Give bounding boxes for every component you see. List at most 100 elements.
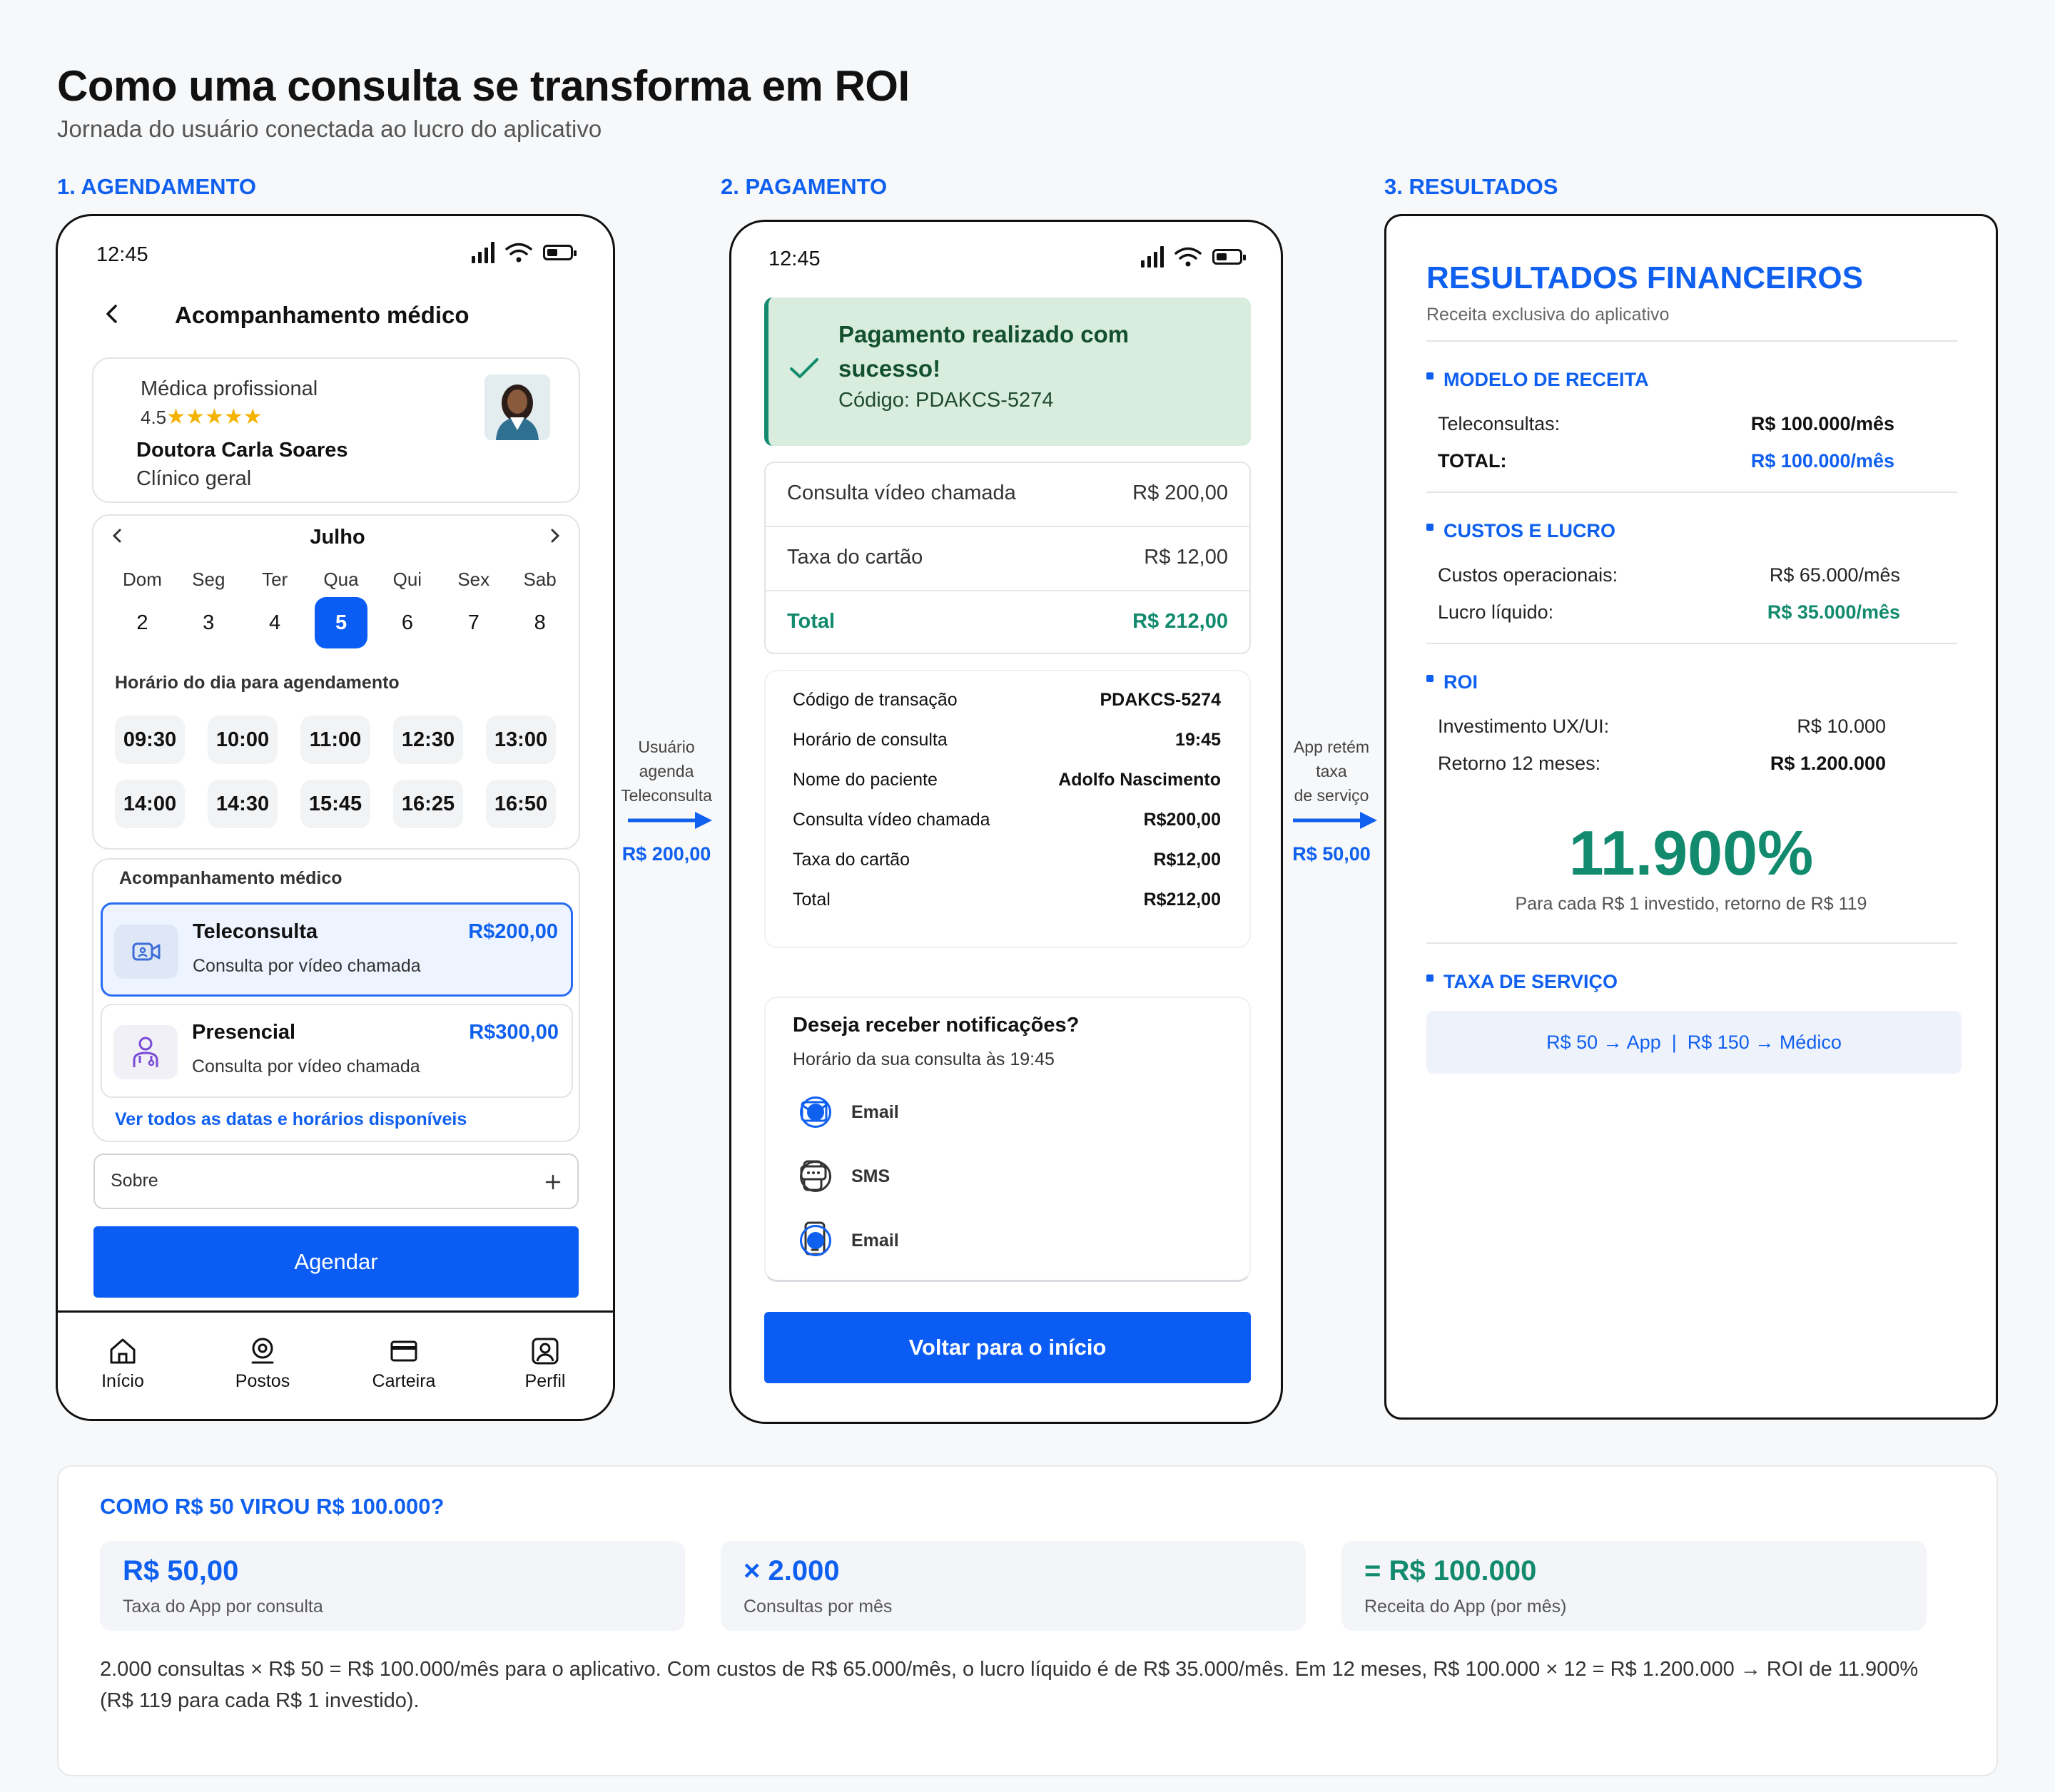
roi-percentage: 11.900%	[1568, 818, 1814, 888]
costs-heading: CUSTOS E LUCRO	[1426, 520, 1615, 542]
doctor-role: Médica profissional	[141, 377, 318, 400]
time-slot[interactable]: 11:00	[300, 716, 370, 764]
calendar-date[interactable]: 3	[176, 597, 242, 648]
next-month-icon[interactable]	[549, 527, 562, 544]
phone-payment: 12:45 Pagamento realizado com sucesso! C…	[729, 220, 1283, 1424]
connector-value: R$ 50,00	[1292, 843, 1371, 865]
wifi-icon	[505, 243, 532, 263]
row-value: R$ 65.000/mês	[1769, 564, 1900, 586]
nav-perfil[interactable]: Perfil	[499, 1335, 592, 1392]
connector-line: Teleconsulta	[621, 786, 712, 805]
option-presencial[interactable]: Presencial Consulta por vídeo chamada R$…	[101, 1004, 573, 1098]
wifi-icon	[1174, 247, 1202, 267]
option-title: Presencial	[192, 1021, 296, 1044]
stat-value: = R$ 100.000	[1364, 1555, 1537, 1587]
time-slot[interactable]: 09:30	[115, 716, 185, 764]
calendar-date[interactable]: 2	[109, 597, 176, 648]
notifications-subtitle: Horário da sua consulta às 19:45	[793, 1049, 1055, 1069]
notif-label: SMS	[851, 1166, 890, 1186]
revenue-total-row: TOTAL: R$ 100.000/mês	[1438, 450, 1894, 472]
connector-line: Usuário	[638, 738, 695, 756]
option-teleconsulta[interactable]: Teleconsulta Consulta por vídeo chamada …	[101, 902, 573, 997]
rating-value: 4.5	[141, 407, 167, 428]
time-slot[interactable]: 12:30	[393, 716, 463, 764]
nav-label: Postos	[235, 1371, 290, 1391]
doctor-card[interactable]: Médica profissional 4.5★★★★★ Doutora Car…	[92, 357, 580, 503]
detail-value: 19:45	[1175, 729, 1221, 750]
about-accordion[interactable]: Sobre	[93, 1154, 579, 1209]
row-label: Lucro líquido:	[1438, 601, 1554, 623]
heading-text: MODELO DE RECEITA	[1443, 369, 1649, 390]
return-row: Retorno 12 meses: R$ 1.200.000	[1438, 753, 1886, 775]
payment-summary-card: Consulta vídeo chamada R$ 200,00 Taxa do…	[764, 462, 1251, 654]
back-arrow-icon[interactable]	[103, 303, 121, 325]
page-subtitle: Jornada do usuário conectada ao lucro do…	[57, 116, 602, 142]
calendar-weekdays: Dom Seg Ter Qua Qui Sex Sab	[109, 569, 573, 591]
heading-text: CUSTOS E LUCRO	[1443, 520, 1616, 541]
calendar-date[interactable]: 4	[242, 597, 308, 648]
weekday: Qua	[323, 569, 359, 590]
doctor-avatar	[484, 375, 550, 440]
notif-option-email[interactable]: Email	[800, 1092, 1228, 1135]
divider	[766, 590, 1249, 591]
heading-text: ROI	[1443, 671, 1478, 693]
arrow-right-icon	[628, 812, 712, 829]
stat-label: Consultas por mês	[744, 1597, 893, 1617]
nav-carteira[interactable]: Carteira	[357, 1335, 450, 1392]
row-value: R$ 10.000	[1797, 716, 1886, 737]
divider	[766, 526, 1249, 527]
revenue-row: Teleconsultas: R$ 100.000/mês	[1438, 413, 1894, 435]
calendar-dates: 2 3 4 5 6 7 8	[109, 597, 573, 648]
calendar-date[interactable]: 7	[440, 597, 507, 648]
option-price: R$200,00	[468, 920, 558, 943]
status-icons	[472, 242, 577, 263]
time-slot[interactable]: 10:00	[208, 716, 278, 764]
time-slots: 09:30 10:00 11:00 12:30 13:00 14:00 14:3…	[115, 716, 556, 828]
results-title: RESULTADOS FINANCEIROS	[1426, 260, 1863, 295]
schedule-button[interactable]: Agendar	[93, 1226, 579, 1298]
step-label-results: 3. RESULTADOS	[1384, 174, 1558, 199]
detail-label: Nome do paciente	[793, 769, 938, 790]
divider	[1426, 340, 1957, 342]
stat-fee: R$ 50,00 Taxa do App por consulta	[100, 1541, 685, 1631]
time-slot[interactable]: 13:00	[486, 716, 556, 764]
battery-icon	[543, 245, 577, 260]
notifications-title: Deseja receber notificações?	[793, 1014, 1080, 1037]
radio-push[interactable]	[800, 1225, 831, 1256]
weekday: Dom	[122, 569, 162, 590]
doctor-rating: 4.5★★★★★	[141, 404, 263, 429]
notif-option-sms[interactable]: SMS	[800, 1156, 1228, 1199]
radio-email[interactable]	[800, 1096, 831, 1128]
nav-postos[interactable]: Postos	[216, 1335, 309, 1392]
time-slot[interactable]: 14:00	[115, 780, 185, 828]
time-slot[interactable]: 14:30	[208, 780, 278, 828]
total-label: Total	[787, 610, 836, 633]
see-all-link[interactable]: Ver todos as datas e horários disponívei…	[115, 1109, 467, 1130]
weekday: Sex	[457, 569, 490, 590]
detail-row: Nome do paciente Adolfo Nascimento	[793, 760, 1221, 800]
profile-icon	[532, 1338, 559, 1365]
nav-home[interactable]: Início	[76, 1335, 169, 1392]
option-desc: Consulta por vídeo chamada	[192, 1057, 420, 1076]
time-slot[interactable]: 15:45	[300, 780, 370, 828]
time-slot[interactable]: 16:50	[486, 780, 556, 828]
connector-line: de serviço	[1294, 786, 1369, 805]
total-value: R$ 212,00	[1132, 610, 1228, 633]
calendar-date[interactable]: 6	[375, 597, 441, 648]
time-slot[interactable]: 16:25	[393, 780, 463, 828]
summary-row: Taxa do cartão R$ 12,00	[787, 546, 1228, 569]
step-label-payment: 2. PAGAMENTO	[721, 174, 888, 199]
plus-icon	[545, 1174, 561, 1190]
notif-label: Email	[851, 1231, 899, 1251]
notif-label: Email	[851, 1102, 899, 1122]
payment-success-banner: Pagamento realizado com sucesso! Código:…	[764, 297, 1251, 446]
stat-label: Taxa do App por consulta	[123, 1597, 323, 1617]
weekday: Ter	[262, 569, 288, 590]
calendar-date-selected[interactable]: 5	[315, 597, 367, 648]
notif-option-push[interactable]: Email	[800, 1221, 1228, 1263]
results-subtitle: Receita exclusiva do aplicativo	[1426, 305, 1670, 325]
calendar-date[interactable]: 8	[507, 597, 573, 648]
back-to-home-button[interactable]: Voltar para o início	[764, 1312, 1251, 1383]
battery-icon	[1212, 249, 1246, 265]
radio-sms[interactable]	[800, 1161, 831, 1192]
